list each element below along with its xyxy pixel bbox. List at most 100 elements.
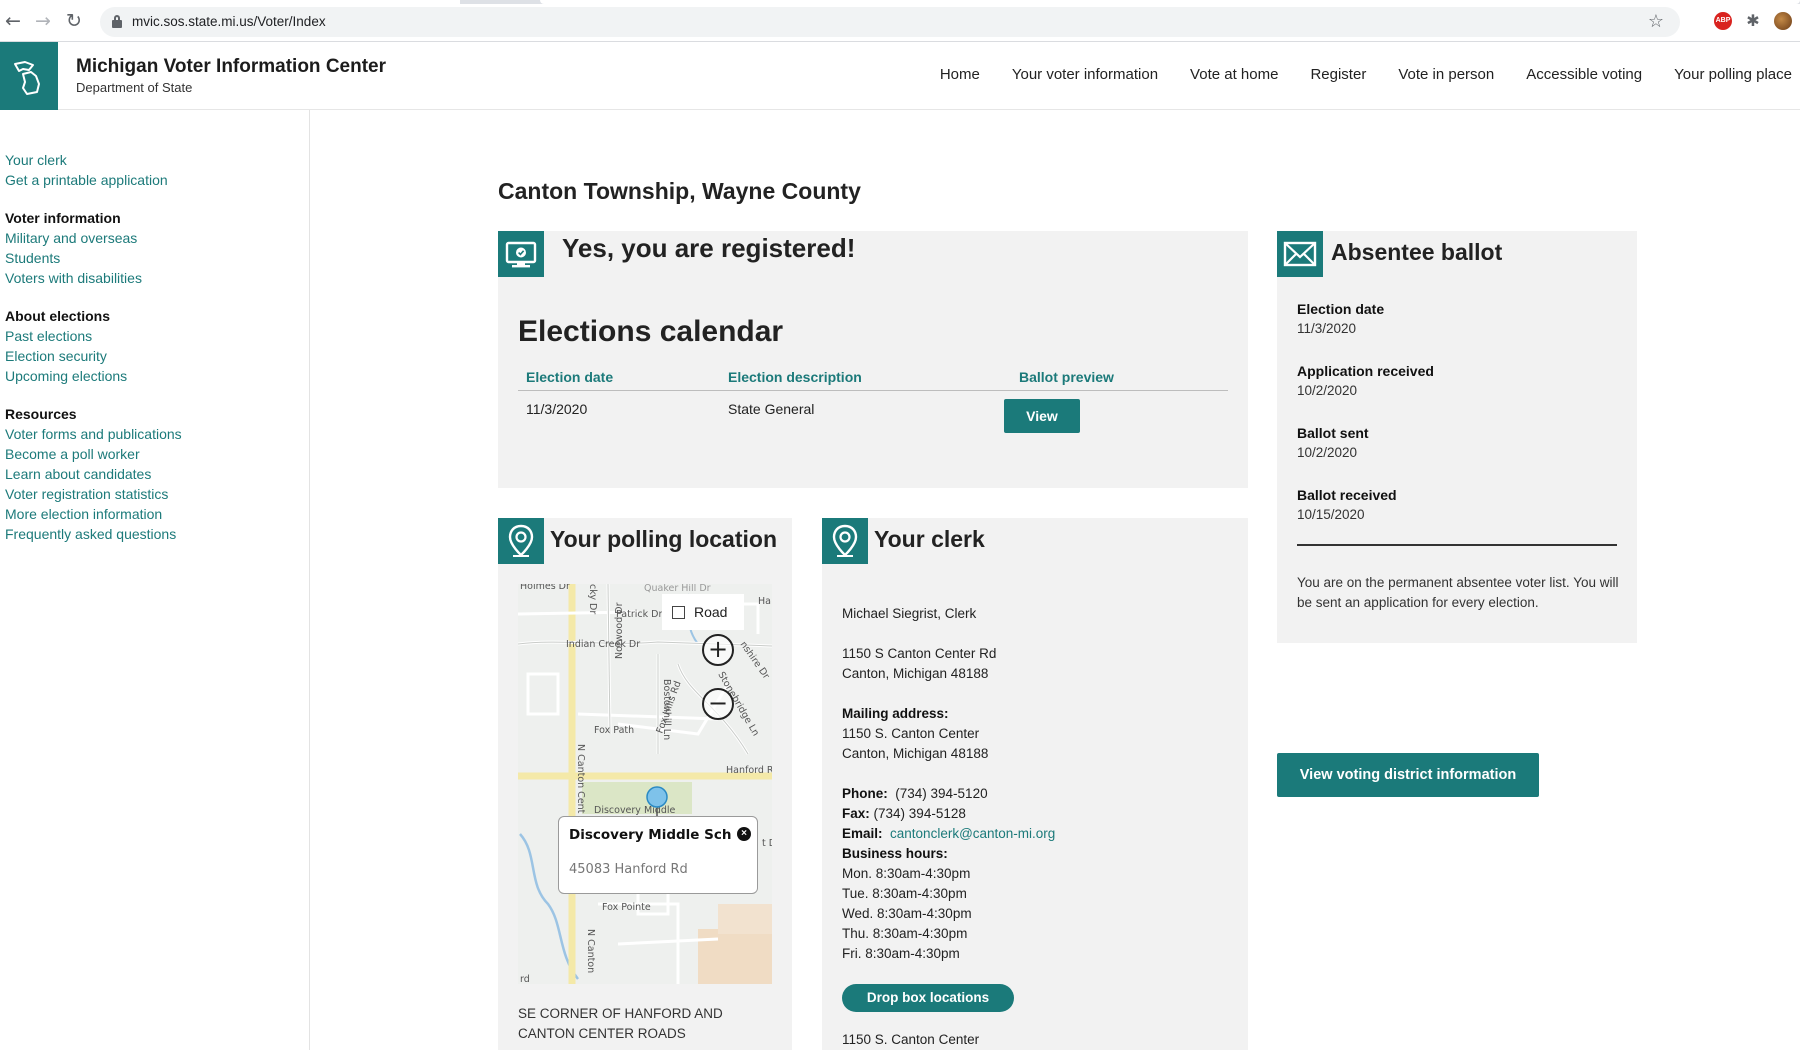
sidebar-link-election-security[interactable]: Election security [5, 346, 309, 366]
site-subtitle: Department of State [76, 80, 193, 95]
clerk-fax: (734) 394-5128 [873, 806, 966, 821]
sidebar-link-candidates[interactable]: Learn about candidates [5, 464, 309, 484]
polling-location-address: SE CORNER OF HANFORD AND CANTON CENTER R… [518, 1006, 723, 1041]
svg-text:N Canton Cent: N Canton Cent [575, 744, 586, 814]
svg-text:Fox Pointe: Fox Pointe [602, 902, 651, 913]
svg-text:Norwood Dr: Norwood Dr [614, 602, 625, 659]
sidebar-group-voter-information: Voter information Military and overseas … [5, 208, 309, 288]
mailing-address-line2: Canton, Michigan 48188 [842, 746, 989, 761]
divider [1297, 544, 1617, 546]
nav-accessible-voting[interactable]: Accessible voting [1526, 66, 1642, 83]
sidebar-link-printable-application[interactable]: Get a printable application [5, 170, 309, 190]
browser-chrome: ← → ↻ mvic.sos.state.mi.us/Voter/Index ☆… [0, 0, 1800, 42]
polling-location-card: Your polling location Holmes Dr Quaker H… [498, 518, 792, 1050]
svg-text:rd: rd [520, 974, 530, 984]
map-type-road-button[interactable]: Road [662, 594, 744, 630]
business-hours-row: Thu. 8:30am-4:30pm [842, 926, 968, 941]
bookmark-star-icon[interactable]: ☆ [1648, 11, 1664, 32]
table-header-row: Election date Election description Ballo… [518, 367, 1228, 391]
sidebar-link-past-elections[interactable]: Past elections [5, 326, 309, 346]
nav-vote-in-person[interactable]: Vote in person [1398, 66, 1494, 83]
business-hours-row: Tue. 8:30am-4:30pm [842, 886, 967, 901]
nav-your-polling-place[interactable]: Your polling place [1674, 66, 1792, 83]
svg-text:Holmes Dr: Holmes Dr [520, 584, 570, 592]
drop-box-locations-button[interactable]: Drop box locations [842, 984, 1014, 1012]
popup-location-name: Discovery Middle Sch [569, 827, 732, 843]
sidebar-link-voter-forms[interactable]: Voter forms and publications [5, 424, 309, 444]
clerk-email-link[interactable]: cantonclerk@canton-mi.org [890, 826, 1055, 841]
business-hours-row: Mon. 8:30am-4:30pm [842, 866, 971, 881]
sidebar-link-disabilities[interactable]: Voters with disabilities [5, 268, 309, 288]
sidebar-group-top: Your clerk Get a printable application [5, 150, 309, 190]
sidebar: Your clerk Get a printable application V… [0, 110, 310, 1050]
sidebar-link-students[interactable]: Students [5, 248, 309, 268]
sidebar-link-poll-worker[interactable]: Become a poll worker [5, 444, 309, 464]
absentee-election-date: Election date 11/3/2020 [1297, 299, 1434, 339]
map-streets: Holmes Dr Quaker Hill Dr Patrick Dr Indi… [518, 584, 772, 984]
location-pin-icon [822, 518, 868, 564]
adblock-extension-icon[interactable]: ABP [1714, 12, 1732, 30]
clerk-details: Michael Siegrist, Clerk 1150 S Canton Ce… [842, 604, 1232, 964]
site-title[interactable]: Michigan Voter Information Center [76, 56, 386, 78]
sidebar-link-more-election-info[interactable]: More election information [5, 504, 309, 524]
fax-label: Fax: [842, 806, 870, 821]
sidebar-heading: Resources [5, 406, 77, 422]
mailing-address-line1: 1150 S. Canton Center [842, 726, 980, 741]
nav-home[interactable]: Home [940, 66, 980, 83]
drop-box-address: 1150 S. Canton Center [842, 1032, 980, 1047]
sidebar-link-faq[interactable]: Frequently asked questions [5, 524, 309, 544]
phone-label: Phone: [842, 786, 888, 801]
view-voting-district-button[interactable]: View voting district information [1277, 753, 1539, 797]
registration-status-title: Yes, you are registered! [562, 233, 856, 263]
column-header-election-description: Election description [728, 369, 862, 385]
sidebar-link-military[interactable]: Military and overseas [5, 228, 309, 248]
sidebar-link-registration-statistics[interactable]: Voter registration statistics [5, 484, 309, 504]
zoom-in-icon[interactable]: + [702, 634, 734, 666]
sidebar-heading: Voter information [5, 210, 121, 226]
back-arrow-icon[interactable]: ← [2, 10, 24, 32]
polling-location-map[interactable]: Holmes Dr Quaker Hill Dr Patrick Dr Indi… [518, 584, 772, 984]
detail-label: Ballot received [1297, 487, 1397, 503]
election-date-cell: 11/3/2020 [526, 401, 588, 417]
polling-location-title: Your polling location [550, 526, 778, 552]
sidebar-group-resources: Resources Voter forms and publications B… [5, 404, 309, 544]
clerk-address-line1: 1150 S Canton Center Rd [842, 646, 997, 661]
clerk-name: Michael Siegrist, Clerk [842, 606, 977, 621]
business-hours-row: Fri. 8:30am-4:30pm [842, 946, 960, 961]
nav-register[interactable]: Register [1310, 66, 1366, 83]
forward-arrow-icon[interactable]: → [32, 10, 54, 32]
absentee-ballot-received: Ballot received 10/15/2020 [1297, 485, 1434, 525]
extensions-puzzle-icon[interactable]: ✱ [1744, 12, 1762, 30]
map-layer-icon [672, 606, 685, 619]
zoom-out-icon[interactable]: − [702, 688, 734, 720]
profile-avatar[interactable] [1774, 12, 1792, 30]
registration-card: Yes, you are registered! Elections calen… [498, 231, 1248, 488]
detail-value: 10/2/2020 [1297, 383, 1358, 398]
close-icon[interactable]: × [737, 827, 751, 841]
clerk-title: Your clerk [874, 526, 985, 552]
url-text: mvic.sos.state.mi.us/Voter/Index [132, 14, 326, 29]
reload-icon[interactable]: ↻ [63, 10, 85, 32]
tab-strip [0, 0, 1800, 4]
clerk-card: Your clerk Michael Siegrist, Clerk 1150 … [822, 518, 1248, 1050]
mailing-address-label: Mailing address: [842, 706, 949, 721]
address-bar[interactable]: mvic.sos.state.mi.us/Voter/Index ☆ [100, 7, 1680, 37]
elections-calendar-table: Election date Election description Ballo… [518, 367, 1228, 439]
absentee-application-received: Application received 10/2/2020 [1297, 361, 1434, 401]
nav-vote-at-home[interactable]: Vote at home [1190, 66, 1278, 83]
sidebar-link-your-clerk[interactable]: Your clerk [5, 150, 309, 170]
nav-your-voter-information[interactable]: Your voter information [1012, 66, 1158, 83]
michigan-logo[interactable] [0, 42, 58, 110]
page-title: Canton Township, Wayne County [498, 178, 861, 204]
map-pin-marker-icon[interactable] [644, 786, 670, 820]
detail-value: 10/2/2020 [1297, 445, 1358, 460]
sidebar-heading: About elections [5, 308, 111, 324]
svg-text:N Canton: N Canton [585, 929, 596, 973]
detail-value: 10/15/2020 [1297, 507, 1365, 522]
permanent-absentee-note: You are on the permanent absentee voter … [1297, 575, 1619, 610]
registered-monitor-icon [498, 231, 544, 277]
ballot-preview-view-button[interactable]: View [1004, 399, 1080, 433]
detail-value: 11/3/2020 [1297, 321, 1357, 336]
sidebar-link-upcoming-elections[interactable]: Upcoming elections [5, 366, 309, 386]
column-header-election-date: Election date [526, 369, 614, 385]
